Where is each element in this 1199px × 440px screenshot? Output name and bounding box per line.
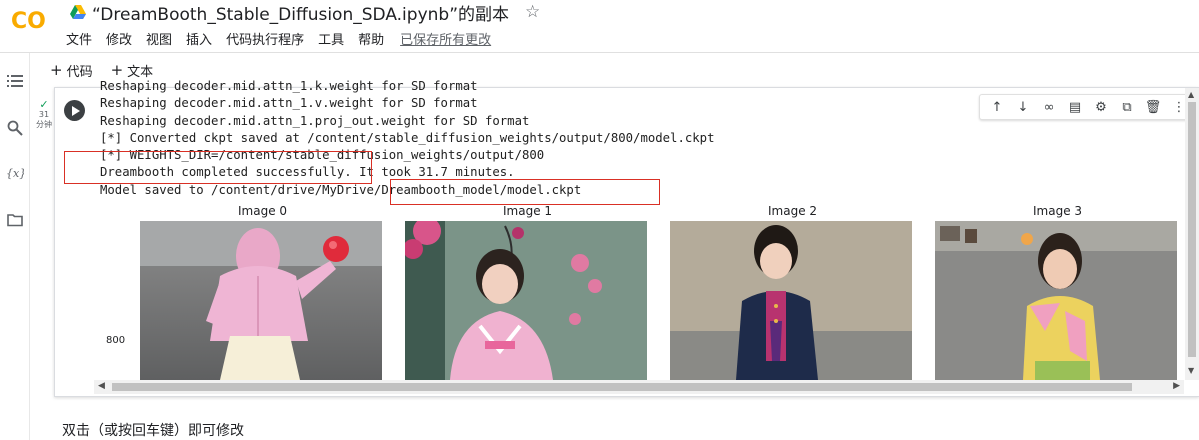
scroll-up-icon[interactable]: ▲: [1188, 90, 1194, 99]
play-icon: [71, 105, 80, 116]
image-label: Image 1: [503, 204, 553, 218]
output-line: Reshaping decoder.mid.attn_1.proj_out.we…: [100, 113, 530, 128]
execution-count: 31: [38, 110, 50, 119]
notebook-title[interactable]: “DreamBooth_Stable_Diffusion_SDA.ipynb”的…: [92, 0, 509, 25]
horizontal-scrollbar[interactable]: ◀ ▶: [94, 380, 1184, 394]
scroll-down-icon[interactable]: ▼: [1188, 366, 1194, 375]
generated-image-0: [140, 221, 382, 380]
execution-status: ✓ 31 分钟: [33, 98, 55, 130]
search-icon[interactable]: [7, 120, 23, 136]
menu-runtime[interactable]: 代码执行程序: [226, 29, 304, 48]
colab-logo[interactable]: CO: [10, 3, 50, 35]
move-up-icon[interactable]: ↑: [987, 100, 1007, 115]
scrollbar-thumb[interactable]: [1188, 102, 1196, 357]
saved-status-link[interactable]: 已保存所有更改: [400, 29, 491, 48]
run-cell-button[interactable]: [64, 100, 85, 121]
menu-bar: 文件 修改 视图 插入 代码执行程序 工具 帮助 已保存所有更改: [66, 29, 505, 48]
colab-logo-text: CO: [11, 9, 46, 34]
link-icon[interactable]: ∞: [1039, 100, 1059, 115]
menu-edit[interactable]: 修改: [106, 29, 132, 48]
generated-image-1: [405, 221, 647, 380]
menu-tools[interactable]: 工具: [318, 29, 344, 48]
highlight-box: [390, 179, 660, 205]
image-label: Image 0: [238, 204, 288, 218]
add-code-button[interactable]: + 代码: [50, 61, 93, 80]
variables-icon[interactable]: {x}: [6, 165, 24, 181]
output-line: [*] Converted ckpt saved at /content/sta…: [100, 130, 715, 145]
text-cell-hint[interactable]: 双击（或按回车键）即可修改: [62, 420, 244, 440]
add-code-label: 代码: [66, 64, 93, 80]
comment-icon[interactable]: ▤: [1065, 100, 1085, 115]
image-label: Image 2: [768, 204, 818, 218]
image-label: Image 3: [1033, 204, 1083, 218]
menu-help[interactable]: 帮助: [358, 29, 384, 48]
google-drive-icon[interactable]: [70, 5, 86, 19]
scrollbar-thumb[interactable]: [112, 383, 1132, 391]
cell-toolbar: ↑ ↓ ∞ ▤ ⚙ ⧉ 🗑 ⋮: [979, 94, 1197, 120]
folder-icon[interactable]: [7, 212, 23, 228]
table-of-contents-icon[interactable]: [7, 73, 23, 89]
menu-view[interactable]: 视图: [146, 29, 172, 48]
menu-file[interactable]: 文件: [66, 29, 92, 48]
generated-image-2: [670, 221, 912, 380]
left-rail: {x}: [0, 53, 30, 440]
generated-image-3: [935, 221, 1177, 380]
add-text-label: 文本: [127, 64, 154, 80]
output-line: Reshaping decoder.mid.attn_1.k.weight fo…: [100, 79, 478, 93]
scroll-right-icon[interactable]: ▶: [1173, 381, 1180, 391]
highlight-box: [64, 151, 372, 184]
settings-gear-icon[interactable]: ⚙: [1091, 100, 1111, 115]
check-icon: ✓: [39, 98, 49, 111]
menu-insert[interactable]: 插入: [186, 29, 212, 48]
add-text-button[interactable]: + 文本: [111, 61, 154, 80]
delete-icon[interactable]: 🗑: [1143, 100, 1163, 115]
plus-icon: +: [50, 61, 63, 79]
move-down-icon[interactable]: ↓: [1013, 100, 1033, 115]
plus-icon: +: [110, 61, 124, 79]
execution-unit: 分钟: [36, 120, 52, 129]
scroll-left-icon[interactable]: ◀: [98, 381, 105, 391]
vertical-scrollbar[interactable]: ▲ ▼: [1185, 88, 1199, 380]
star-icon[interactable]: ☆: [525, 2, 540, 22]
svg-text:{x}: {x}: [6, 167, 24, 180]
title-row: “DreamBooth_Stable_Diffusion_SDA.ipynb”的…: [70, 0, 540, 25]
mirror-cell-icon[interactable]: ⧉: [1117, 100, 1137, 115]
row-label: 800: [106, 335, 126, 346]
output-line: Reshaping decoder.mid.attn_1.v.weight fo…: [100, 96, 478, 111]
